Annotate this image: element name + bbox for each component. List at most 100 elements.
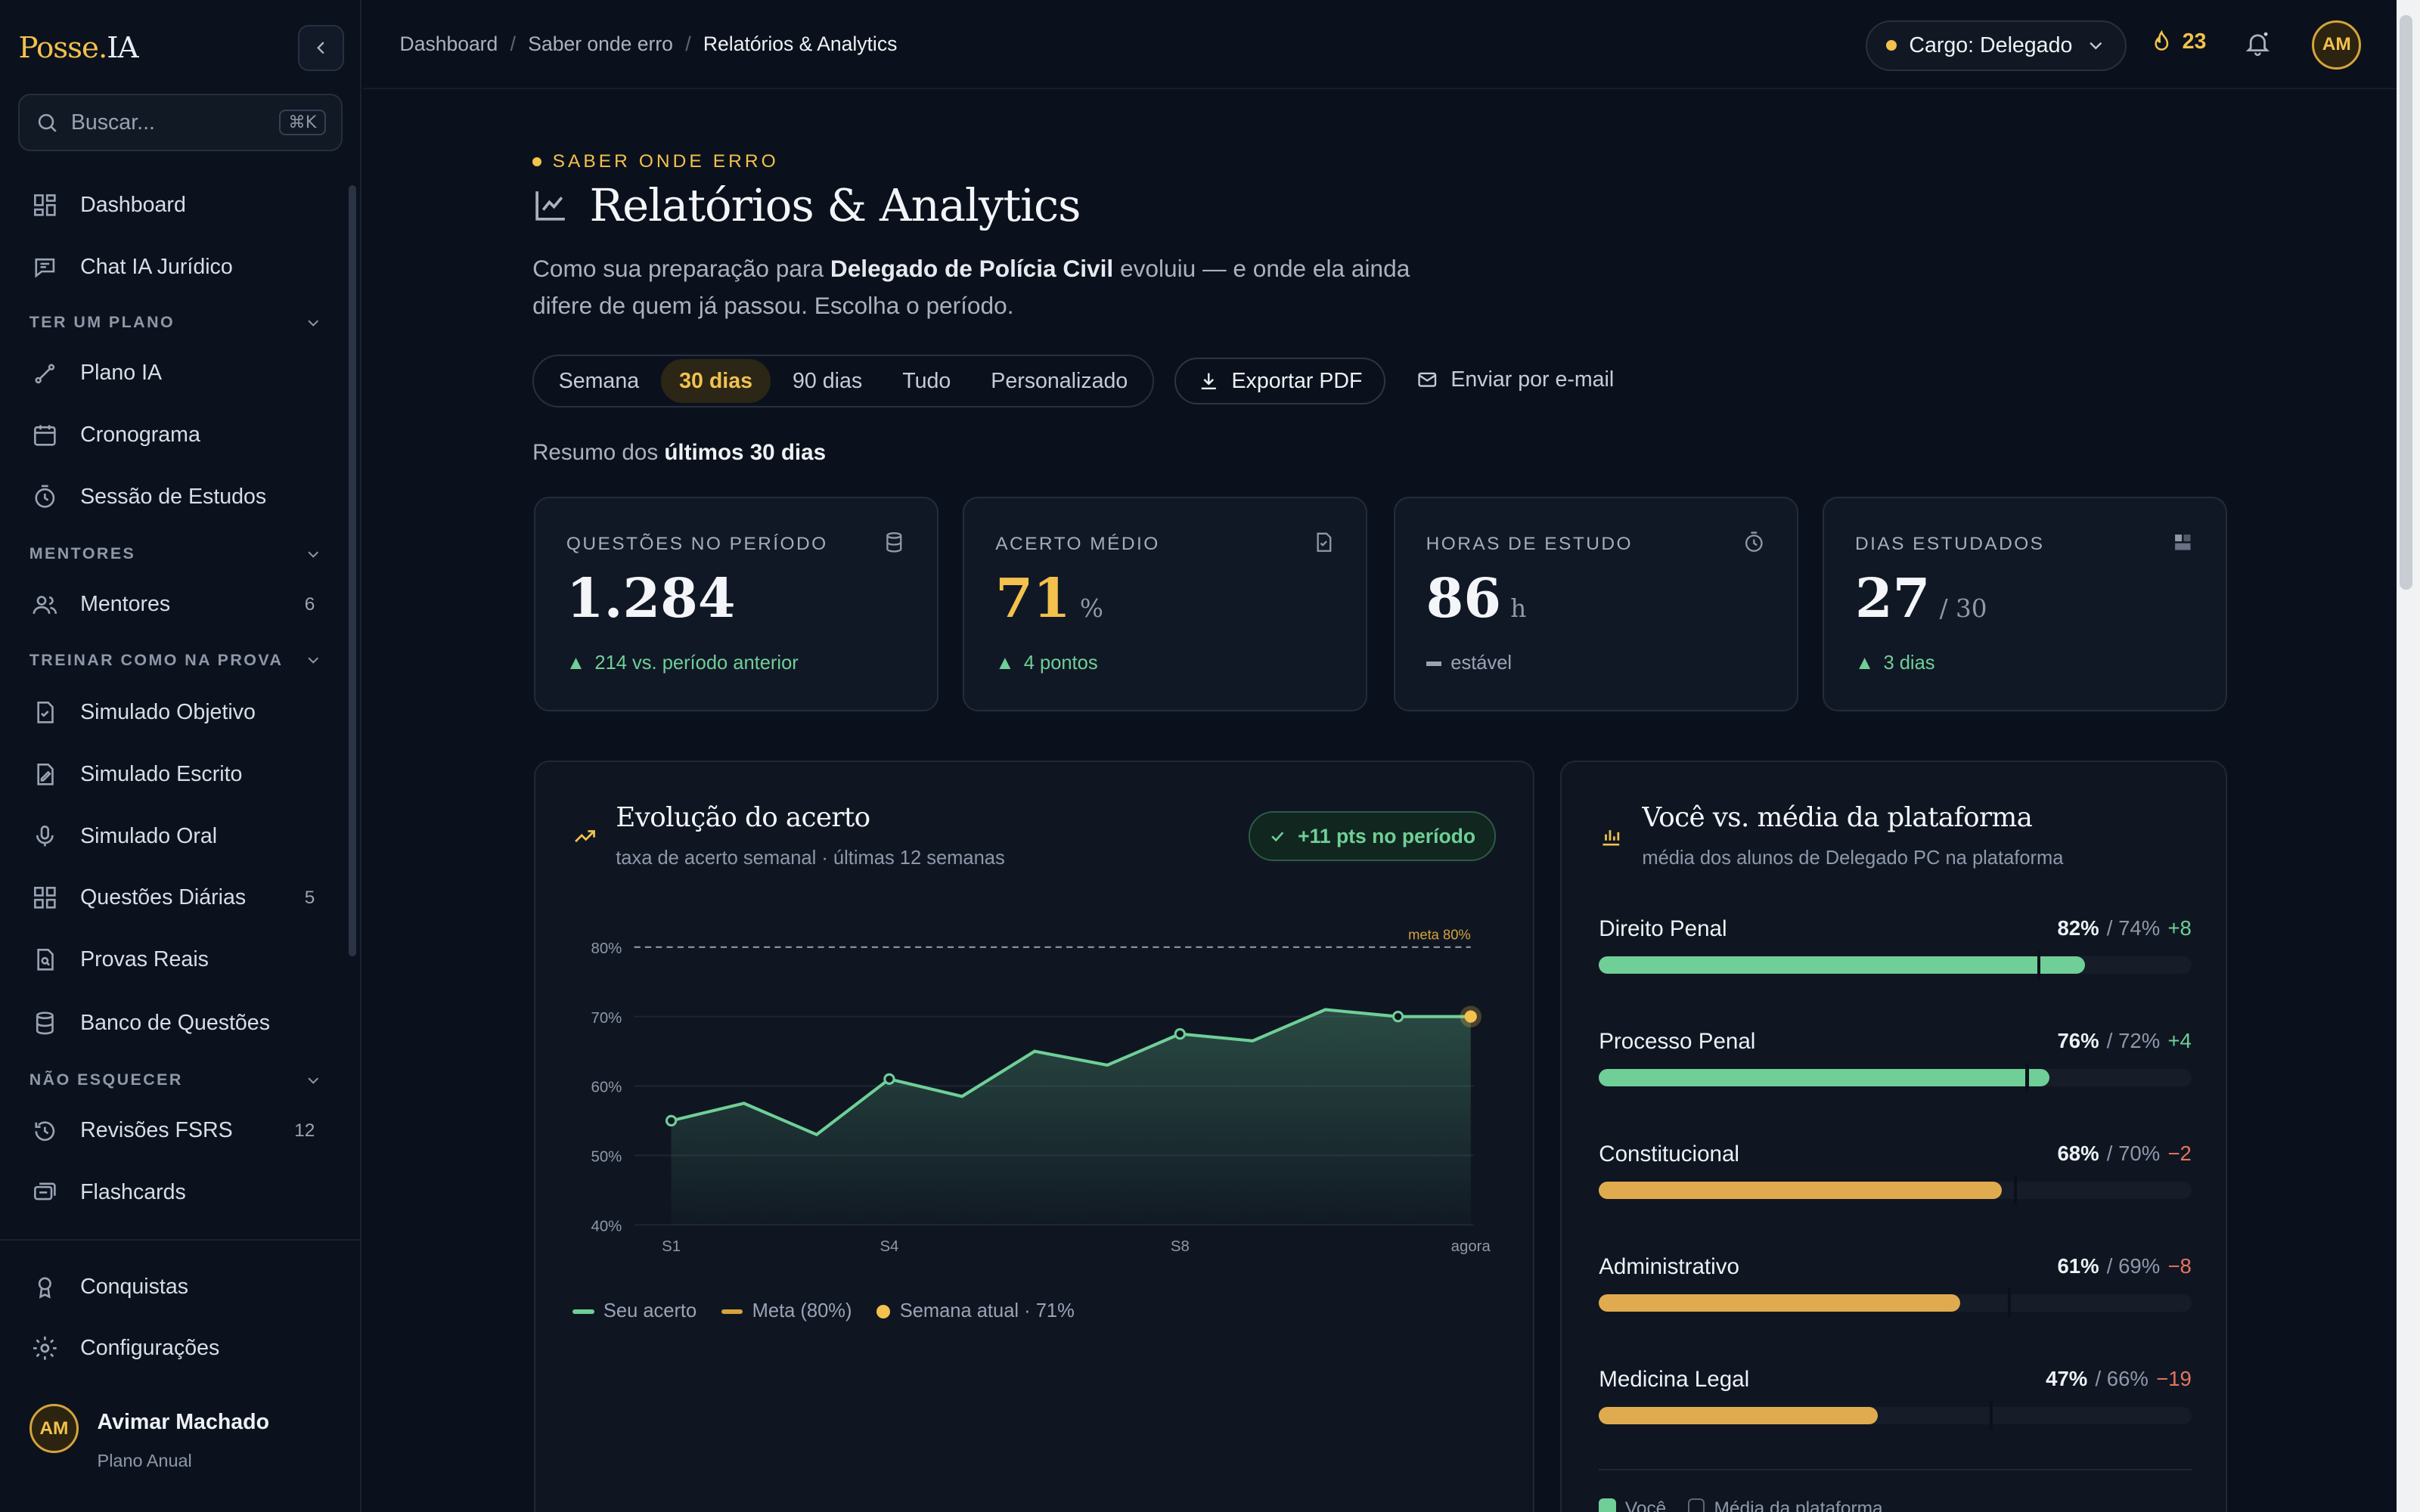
document-search-icon <box>31 946 59 974</box>
user-profile[interactable]: AM Avimar Machado Plano Anual <box>29 1404 269 1471</box>
section-toggle-treinar[interactable]: TREINAR COMO NA PROVA <box>29 651 323 670</box>
progress-fill <box>1599 956 2085 974</box>
legend-swatch <box>572 1309 594 1314</box>
section-label: TREINAR COMO NA PROVA <box>29 651 284 670</box>
sidebar-item-sessao[interactable]: Sessão de Estudos <box>18 470 330 522</box>
sidebar-item-label: Sessão de Estudos <box>80 484 267 509</box>
brand-logo[interactable]: Posse.IA <box>18 31 138 65</box>
kpi-unit: h <box>1510 593 1527 623</box>
grid-icon <box>31 191 59 219</box>
sidebar-item-dashboard[interactable]: Dashboard <box>18 179 330 231</box>
search-shortcut: ⌘K <box>279 110 326 136</box>
history-icon <box>31 1117 59 1145</box>
check-icon <box>1271 832 1284 842</box>
sidebar-item-chat[interactable]: Chat IA Jurídico <box>18 240 330 293</box>
kpi-value: 86 h <box>1426 566 1527 630</box>
kpi-label: QUESTÕES NO PERÍODO <box>566 534 828 555</box>
kpi-card-questoes: QUESTÕES NO PERÍODO 1.284 ▲ 214 vs. perío… <box>534 497 939 711</box>
export-pdf-button[interactable]: Exportar PDF <box>1174 358 1386 404</box>
data-point <box>1392 1011 1404 1023</box>
topbar: Dashboard / Saber onde erro / Relatórios… <box>362 0 2397 90</box>
period-option-active[interactable]: 30 dias <box>660 359 771 403</box>
sidebar-item-cronograma[interactable]: Cronograma <box>18 409 330 461</box>
period-option[interactable]: Personalizado <box>973 359 1146 402</box>
divider <box>1599 1468 2192 1470</box>
section-toggle-esquecer[interactable]: NÃO ESQUECER <box>29 1070 323 1089</box>
kpi-delta: ▲ 214 vs. período anterior <box>566 652 799 674</box>
sidebar-item-revisoes[interactable]: Revisões FSRS 12 <box>18 1105 330 1157</box>
status-dot <box>1885 40 1897 51</box>
sidebar-item-label: Banco de Questões <box>80 1010 270 1035</box>
users-icon <box>31 591 59 619</box>
count-badge: 12 <box>294 1120 315 1141</box>
section-toggle-mentores[interactable]: MENTORES <box>29 544 323 563</box>
subject-scores: 82% / 74% +8 <box>2057 916 2191 940</box>
period-option[interactable]: Tudo <box>884 359 970 402</box>
legend-item: Você <box>1599 1498 1666 1512</box>
download-icon <box>1201 373 1216 389</box>
up-arrow-icon: ▲ <box>995 652 1015 674</box>
chevron-down-icon <box>2089 42 2102 50</box>
average-marker <box>2025 1063 2029 1092</box>
comparison-legend: Você Média da plataforma <box>1599 1498 1883 1512</box>
trend-up-icon <box>575 829 595 842</box>
kpi-number: 71 <box>995 565 1071 630</box>
subject-scores: 61% / 69% −8 <box>2057 1254 2191 1278</box>
sidebar-item-banco[interactable]: Banco de Questões <box>18 996 330 1049</box>
evolution-chart: 40% 50% 60% 70% 80% meta 80% S1 S4 S8 agora <box>591 927 1491 1255</box>
subject-name: Administrativo <box>1599 1254 1739 1280</box>
legend-swatch <box>1599 1498 1616 1512</box>
send-email-button[interactable]: Enviar por e-mail <box>1416 367 1614 392</box>
panel-subtitle: taxa de acerto semanal · últimas 12 sema… <box>616 847 1005 869</box>
cargo-dropdown[interactable]: Cargo: Delegado <box>1866 20 2127 71</box>
sidebar-item-label: Plano IA <box>80 361 163 386</box>
sidebar-scrollbar[interactable] <box>349 184 357 957</box>
sidebar-item-flashcards[interactable]: Flashcards <box>18 1167 330 1219</box>
sidebar-item-simulado-oral[interactable]: Simulado Oral <box>18 810 330 862</box>
kpi-number: 27 <box>1854 565 1931 630</box>
kpi-label: HORAS DE ESTUDO <box>1426 534 1633 555</box>
search-icon <box>38 113 57 132</box>
sidebar-item-label: Flashcards <box>80 1180 186 1205</box>
period-selector: Semana 30 dias 90 dias Tudo Personalizad… <box>532 355 1154 407</box>
user-name: Avimar Machado <box>97 1410 270 1435</box>
progress-track <box>1599 1288 2192 1318</box>
notifications-button[interactable] <box>2244 28 2272 65</box>
mail-icon <box>1418 372 1437 387</box>
section-toggle-plano[interactable]: TER UM PLANO <box>29 313 323 332</box>
progress-fill <box>1599 1407 1878 1424</box>
collapse-sidebar-button[interactable] <box>297 24 345 71</box>
period-option[interactable]: 90 dias <box>774 359 881 402</box>
period-option[interactable]: Semana <box>540 359 657 402</box>
x-tick-label: S8 <box>1171 1238 1190 1255</box>
avatar[interactable]: AM <box>2312 20 2362 70</box>
legend-label: Média da plataforma <box>1714 1498 1883 1512</box>
avatar: AM <box>29 1404 79 1454</box>
legend-item: Semana atual · 71% <box>876 1300 1075 1322</box>
count-badge: 6 <box>304 593 315 615</box>
search-input[interactable]: Buscar... ⌘K <box>18 94 343 151</box>
sidebar-item-simulado-escrito[interactable]: Simulado Escrito <box>18 748 330 801</box>
summary-bold: últimos 30 dias <box>664 439 827 465</box>
legend-swatch <box>721 1309 743 1314</box>
sidebar-item-configuracoes[interactable]: Configurações <box>18 1322 330 1374</box>
breadcrumb-item[interactable]: Dashboard <box>400 33 498 56</box>
streak-counter[interactable]: 23 <box>2150 29 2206 54</box>
your-score: 76% <box>2057 1029 2099 1053</box>
data-point <box>883 1073 895 1086</box>
kpi-number: 86 <box>1426 565 1502 630</box>
page-scrollbar-thumb[interactable] <box>2400 15 2412 590</box>
sidebar-item-conquistas[interactable]: Conquistas <box>18 1260 330 1312</box>
breadcrumb-item[interactable]: Saber onde erro <box>528 33 673 56</box>
sidebar-item-questoes-diarias[interactable]: Questões Diárias 5 <box>18 872 330 924</box>
breadcrumb: Dashboard / Saber onde erro / Relatórios… <box>400 33 898 56</box>
sidebar-item-mentores[interactable]: Mentores 6 <box>18 578 330 631</box>
sidebar-item-simulado-objetivo[interactable]: Simulado Objetivo <box>18 686 330 739</box>
flame-icon <box>2155 29 2169 51</box>
kpi-delta-text: 214 vs. período anterior <box>594 652 799 674</box>
kpi-value: 27 / 30 <box>1855 566 1987 630</box>
data-point <box>666 1114 678 1127</box>
sidebar-item-plano-ia[interactable]: Plano IA <box>18 347 330 399</box>
panel-header: Você vs. média da plataforma média dos a… <box>1599 802 2063 869</box>
sidebar-item-provas-reais[interactable]: Provas Reais <box>18 934 330 986</box>
